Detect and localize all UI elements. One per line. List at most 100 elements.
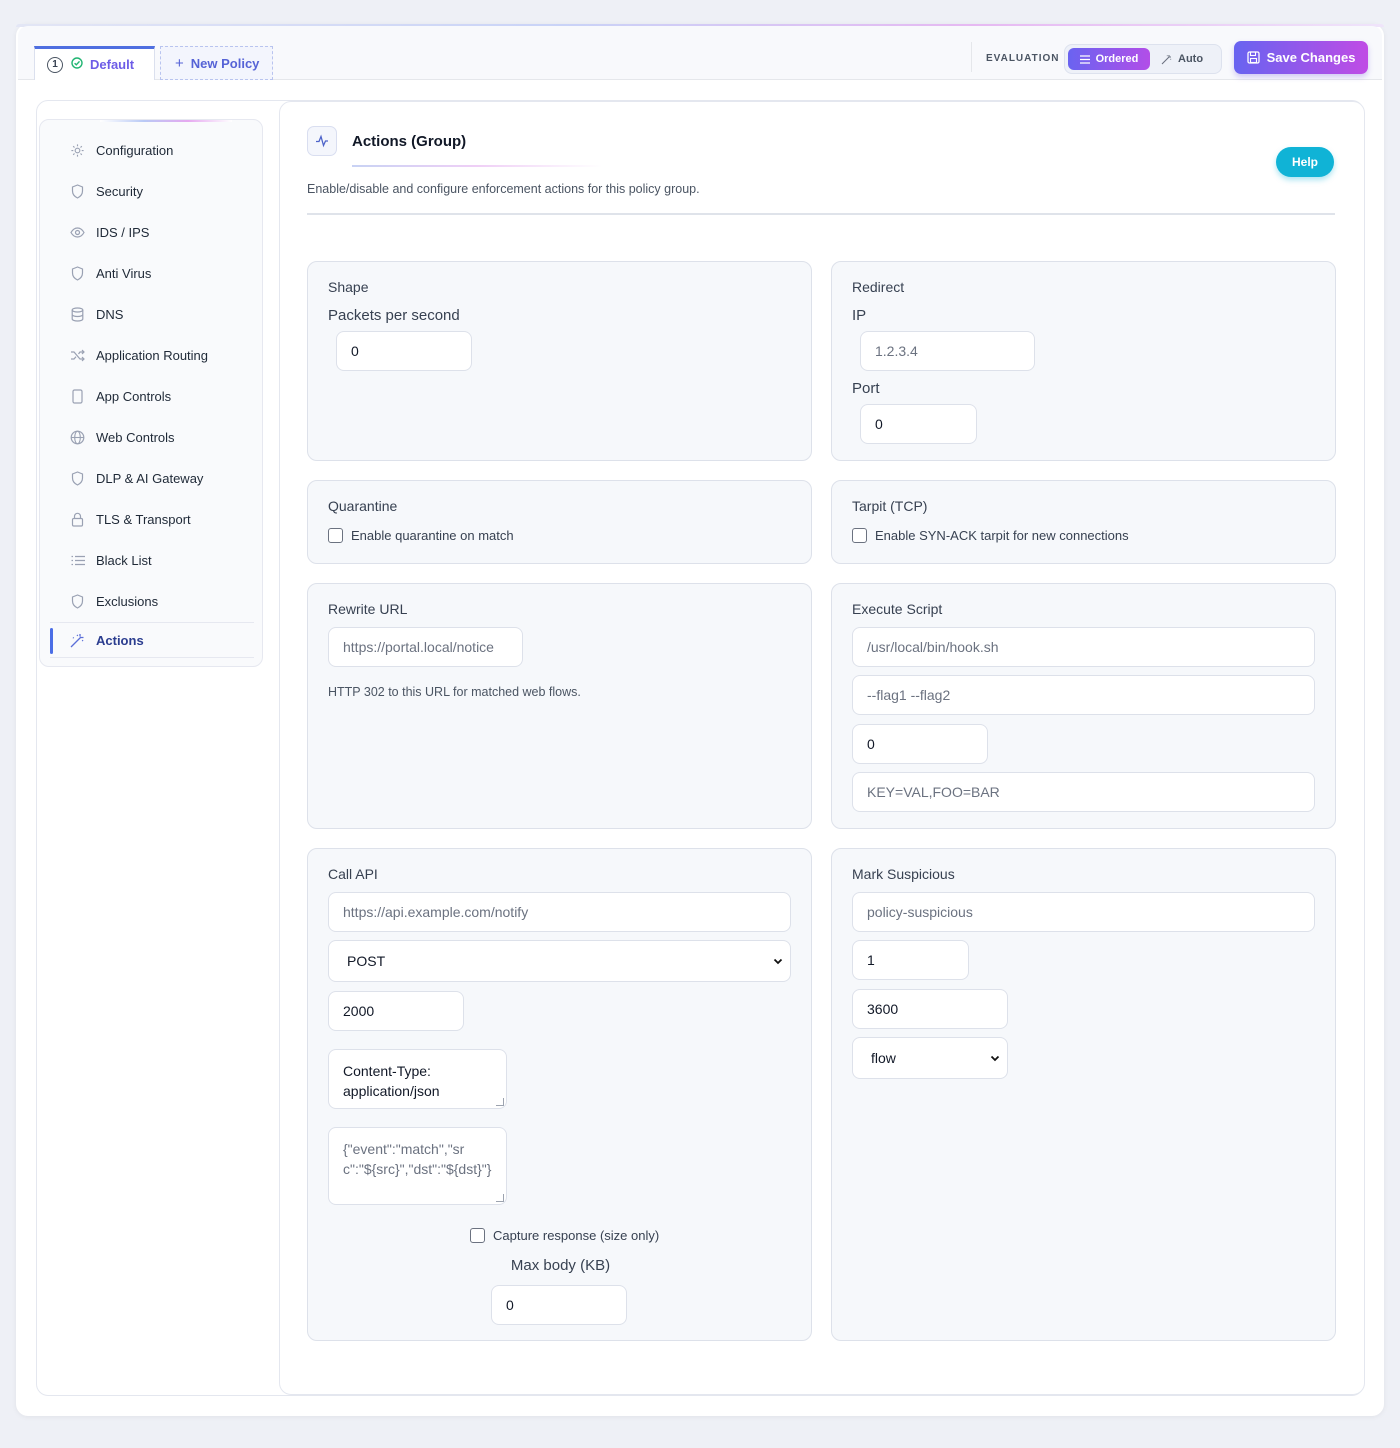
api-timeout-input[interactable]: [328, 991, 464, 1031]
shape-card: Shape Packets per second: [307, 261, 812, 461]
evaluation-auto-option[interactable]: Auto: [1161, 48, 1213, 70]
sidebar-nav: Configuration Security IDS / IPS Anti Vi…: [39, 119, 263, 667]
quarantine-checkbox-row[interactable]: Enable quarantine on match: [328, 528, 514, 543]
script-env-input[interactable]: [852, 772, 1315, 812]
app-window: 1 Default + New Policy EVALUATION Ordere…: [16, 24, 1384, 1416]
evaluation-ordered-option[interactable]: Ordered: [1068, 48, 1150, 70]
api-headers-textarea[interactable]: Content-Type: application/json: [328, 1049, 507, 1109]
sidebar-item-label: Anti Virus: [96, 265, 152, 281]
packets-per-second-input[interactable]: [336, 331, 472, 371]
activity-icon: [307, 126, 337, 156]
redirect-card: Redirect IP Port: [831, 261, 1336, 461]
field-label: Max body (KB): [510, 1257, 611, 1274]
evaluation-label: EVALUATION: [986, 53, 1060, 64]
api-body-textarea[interactable]: {"event":"match","src":"${src}","dst":"$…: [328, 1127, 507, 1205]
suspicious-score-input[interactable]: [852, 940, 969, 980]
sidebar-item-label: Configuration: [96, 142, 174, 158]
field-label: Port: [852, 380, 880, 397]
tarpit-checkbox[interactable]: [852, 528, 867, 543]
sidebar-item-label: TLS & Transport: [96, 511, 191, 527]
check-circle-icon: [71, 57, 83, 72]
card-title: Shape: [328, 279, 369, 295]
sidebar-item-web-controls[interactable]: Web Controls: [50, 419, 254, 455]
card-title: Rewrite URL: [328, 601, 408, 617]
rewrite-url-input[interactable]: [328, 627, 523, 667]
resize-handle[interactable]: [496, 1194, 504, 1202]
sidebar-item-label: IDS / IPS: [96, 224, 150, 240]
sidebar-item-label: Security: [96, 183, 143, 199]
textarea-placeholder: {"event":"match","src":"${src}","dst":"$…: [343, 1141, 492, 1177]
tab-default-policy[interactable]: 1 Default: [34, 46, 155, 80]
max-body-input[interactable]: [491, 1285, 627, 1325]
shield-icon: [70, 265, 85, 281]
sidebar-item-app-controls[interactable]: App Controls: [50, 378, 254, 414]
call-api-card: Call API POST Content-Type: application/…: [307, 848, 812, 1341]
execute-script-card: Execute Script: [831, 583, 1336, 829]
sidebar-item-configuration[interactable]: Configuration: [50, 132, 254, 168]
rewrite-url-hint: HTTP 302 to this URL for matched web flo…: [328, 685, 581, 699]
sidebar-item-anti-virus[interactable]: Anti Virus: [50, 255, 254, 291]
list-icon: [70, 553, 85, 568]
script-timeout-input[interactable]: [852, 724, 988, 764]
card-title: Call API: [328, 866, 378, 882]
sidebar-item-label: Black List: [96, 552, 152, 568]
lock-icon: [70, 512, 85, 527]
tarpit-checkbox-row[interactable]: Enable SYN-ACK tarpit for new connection…: [852, 528, 1129, 543]
checkbox-label: Enable quarantine on match: [351, 528, 514, 543]
api-url-input[interactable]: [328, 892, 791, 932]
plus-icon: +: [175, 54, 184, 72]
suspicious-ttl-input[interactable]: [852, 989, 1008, 1029]
capture-response-row[interactable]: Capture response (size only): [470, 1228, 659, 1243]
tarpit-card: Tarpit (TCP) Enable SYN-ACK tarpit for n…: [831, 480, 1336, 564]
sidebar-item-label: App Controls: [96, 388, 172, 404]
checkbox-label: Capture response (size only): [493, 1228, 660, 1243]
auto-label: Auto: [1178, 53, 1204, 65]
field-label: Packets per second: [328, 307, 460, 324]
card-title: Redirect: [852, 279, 905, 295]
redirect-port-input[interactable]: [860, 404, 977, 444]
quarantine-checkbox[interactable]: [328, 528, 343, 543]
card-title: Mark Suspicious: [852, 866, 955, 882]
device-icon: [70, 388, 85, 404]
save-icon: [1246, 51, 1260, 64]
mark-suspicious-card: Mark Suspicious flow: [831, 848, 1336, 1341]
wand-icon: [70, 633, 85, 648]
evaluation-mode-toggle: Ordered Auto: [1064, 44, 1222, 74]
capture-response-checkbox[interactable]: [470, 1228, 485, 1243]
shield-icon: [70, 183, 85, 199]
api-method-select[interactable]: POST: [328, 940, 791, 982]
actions-panel: Actions (Group) Help Enable/disable and …: [279, 101, 1365, 1395]
sidebar-item-tls-transport[interactable]: TLS & Transport: [50, 501, 254, 537]
rewrite-url-card: Rewrite URL HTTP 302 to this URL for mat…: [307, 583, 812, 829]
sidebar-item-label: DLP & AI Gateway: [96, 470, 204, 486]
resize-handle[interactable]: [496, 1098, 504, 1106]
chevron-down-icon: [990, 1055, 1000, 1062]
sidebar-item-application-routing[interactable]: Application Routing: [50, 337, 254, 373]
database-icon: [70, 306, 85, 322]
save-changes-button[interactable]: Save Changes: [1234, 41, 1368, 74]
redirect-ip-input[interactable]: [860, 331, 1035, 371]
sidebar-item-label: Actions: [96, 632, 144, 648]
sidebar-item-dns[interactable]: DNS: [50, 296, 254, 332]
tab-number-badge: 1: [47, 56, 63, 73]
tab-default-label: Default: [90, 57, 135, 72]
script-args-input[interactable]: [852, 675, 1315, 715]
sidebar-item-black-list[interactable]: Black List: [50, 542, 254, 578]
new-policy-button[interactable]: + New Policy: [160, 46, 273, 80]
chevron-down-icon: [773, 958, 783, 965]
help-button[interactable]: Help: [1276, 147, 1334, 177]
card-title: Execute Script: [852, 601, 943, 617]
selected-value: POST: [347, 953, 386, 969]
sidebar-item-security[interactable]: Security: [50, 173, 254, 209]
suspicious-scope-select[interactable]: flow: [852, 1037, 1008, 1079]
divider: [307, 213, 1335, 215]
sidebar-item-actions[interactable]: Actions: [50, 622, 254, 658]
workspace: Configuration Security IDS / IPS Anti Vi…: [36, 100, 1365, 1396]
sidebar-item-exclusions[interactable]: Exclusions: [50, 583, 254, 619]
sidebar-item-dlp-ai-gateway[interactable]: DLP & AI Gateway: [50, 460, 254, 496]
sidebar-item-label: DNS: [96, 306, 124, 322]
sidebar-item-ids-ips[interactable]: IDS / IPS: [50, 214, 254, 250]
script-path-input[interactable]: [852, 627, 1315, 667]
selected-value: flow: [871, 1050, 896, 1066]
suspicious-tag-input[interactable]: [852, 892, 1315, 932]
